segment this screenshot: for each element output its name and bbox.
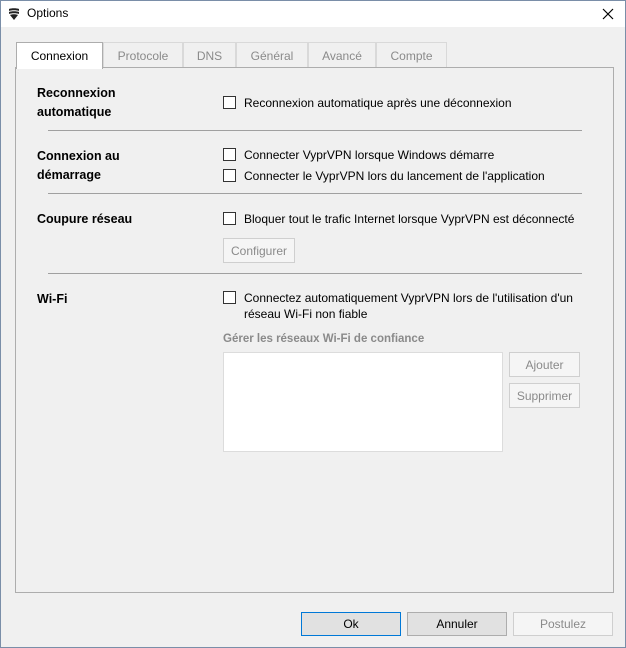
tab-protocole[interactable]: Protocole bbox=[103, 42, 183, 68]
tab-label: Connexion bbox=[30, 49, 89, 63]
apply-button-label: Postulez bbox=[539, 617, 587, 631]
section-title-startup: Connexion au démarrage bbox=[37, 147, 120, 185]
section-title-killswitch: Coupure réseau bbox=[37, 210, 132, 229]
untrusted-wifi-checkbox[interactable] bbox=[223, 291, 236, 304]
connect-on-app-launch-label: Connecter le VyprVPN lors du lancement d… bbox=[244, 169, 545, 183]
divider bbox=[48, 273, 582, 274]
cancel-button-label: Annuler bbox=[436, 617, 478, 631]
block-traffic-label: Bloquer tout le trafic Internet lorsque … bbox=[244, 212, 575, 226]
connect-on-app-launch-checkbox[interactable] bbox=[223, 169, 236, 182]
tab-label: Compte bbox=[390, 48, 433, 63]
options-window: Options Connexion Protocole DNS Général … bbox=[0, 0, 626, 648]
tab-label: DNS bbox=[196, 48, 223, 63]
add-wifi-button[interactable]: Ajouter bbox=[509, 352, 580, 377]
remove-wifi-button-label: Supprimer bbox=[516, 388, 573, 403]
tab-label: Général bbox=[250, 48, 294, 63]
connect-on-windows-start-option[interactable]: Connecter VyprVPN lorsque Windows démarr… bbox=[223, 147, 494, 163]
tab-connexion[interactable]: Connexion bbox=[16, 42, 103, 69]
untrusted-wifi-label: Connectez automatiquement VyprVPN lors d… bbox=[244, 290, 573, 322]
section-title-line: Reconnexion bbox=[37, 86, 116, 100]
auto-reconnect-label: Reconnexion automatique après une déconn… bbox=[244, 96, 512, 110]
block-traffic-checkbox[interactable] bbox=[223, 212, 236, 225]
tab-avance[interactable]: Avancé bbox=[308, 42, 376, 68]
title-bar: Options bbox=[1, 1, 625, 27]
ok-button-label: Ok bbox=[343, 617, 359, 631]
tab-label: Avancé bbox=[322, 48, 362, 63]
trusted-wifi-label: Gérer les réseaux Wi-Fi de confiance bbox=[223, 333, 425, 345]
vyprvpn-logo-icon bbox=[9, 8, 19, 20]
tab-dns[interactable]: DNS bbox=[183, 42, 236, 68]
close-button[interactable] bbox=[597, 3, 619, 25]
apply-button[interactable]: Postulez bbox=[513, 612, 613, 636]
section-title-line: automatique bbox=[37, 105, 112, 119]
section-title-reconnect: Reconnexion automatique bbox=[37, 84, 116, 122]
section-title-line: Wi-Fi bbox=[37, 292, 68, 306]
section-title-wifi: Wi-Fi bbox=[37, 290, 67, 309]
window-title: Options bbox=[27, 6, 69, 20]
tab-panel-connexion: Reconnexion automatique Reconnexion auto… bbox=[15, 67, 614, 593]
section-title-line: Connexion au bbox=[37, 149, 120, 163]
divider bbox=[48, 193, 582, 194]
block-traffic-option[interactable]: Bloquer tout le trafic Internet lorsque … bbox=[223, 211, 574, 227]
add-wifi-button-label: Ajouter bbox=[525, 357, 564, 372]
untrusted-wifi-label-line: Connectez automatiquement VyprVPN lors d… bbox=[244, 291, 573, 305]
auto-reconnect-checkbox[interactable] bbox=[223, 96, 236, 109]
tab-general[interactable]: Général bbox=[236, 42, 308, 68]
divider bbox=[48, 130, 582, 131]
connect-on-windows-start-checkbox[interactable] bbox=[223, 148, 236, 161]
close-icon bbox=[602, 8, 614, 20]
untrusted-wifi-option[interactable]: Connectez automatiquement VyprVPN lors d… bbox=[223, 290, 573, 322]
connect-on-app-launch-option[interactable]: Connecter le VyprVPN lors du lancement d… bbox=[223, 168, 545, 184]
tab-compte[interactable]: Compte bbox=[376, 42, 447, 68]
connect-on-windows-start-label: Connecter VyprVPN lorsque Windows démarr… bbox=[244, 148, 495, 162]
tab-label: Protocole bbox=[117, 48, 169, 63]
trusted-wifi-list[interactable] bbox=[223, 352, 503, 452]
section-title-line: Coupure réseau bbox=[37, 212, 133, 226]
configure-button-label: Configurer bbox=[230, 243, 288, 258]
untrusted-wifi-label-line: réseau Wi-Fi non fiable bbox=[244, 307, 368, 321]
auto-reconnect-option[interactable]: Reconnexion automatique après une déconn… bbox=[223, 95, 512, 111]
configure-button[interactable]: Configurer bbox=[223, 238, 295, 263]
cancel-button[interactable]: Annuler bbox=[407, 612, 507, 636]
ok-button[interactable]: Ok bbox=[301, 612, 401, 636]
section-title-line: démarrage bbox=[37, 168, 101, 182]
remove-wifi-button[interactable]: Supprimer bbox=[509, 383, 580, 408]
